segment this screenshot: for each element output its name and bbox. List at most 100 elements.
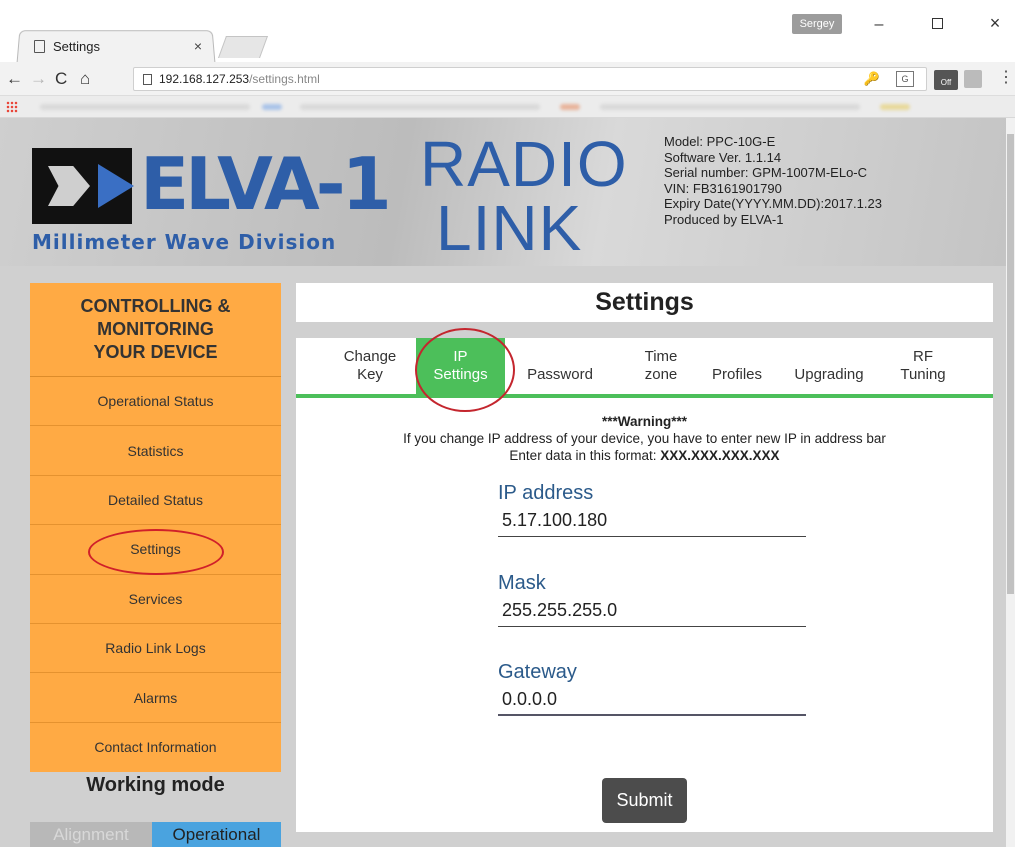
tab-label: Password xyxy=(527,366,593,383)
address-bar[interactable]: 192.168.127.253 /settings.html 🔑 G xyxy=(133,67,927,91)
tab-change-key[interactable]: Change Key xyxy=(324,338,416,394)
sidebar-heading: CONTROLLING & MONITORING YOUR DEVICE xyxy=(30,283,281,377)
mode-alignment-option[interactable]: Alignment xyxy=(30,822,152,847)
page-icon xyxy=(34,39,45,53)
profile-badge[interactable]: Sergey xyxy=(792,14,842,34)
mode-operational-option[interactable]: Operational xyxy=(152,822,281,847)
sidebar: CONTROLLING & MONITORING YOUR DEVICE Ope… xyxy=(30,283,281,847)
tab-label: Upgrading xyxy=(794,366,864,383)
tab-label: Profiles xyxy=(711,366,763,383)
gateway-label: Gateway xyxy=(498,661,577,683)
extension-pdf-icon[interactable] xyxy=(964,70,982,88)
sidebar-item-settings[interactable]: Settings xyxy=(30,525,281,576)
apps-icon[interactable] xyxy=(6,101,18,113)
tab-label: Change xyxy=(343,348,397,365)
reload-icon[interactable]: C xyxy=(55,69,67,89)
tab-label: IP xyxy=(453,348,468,365)
warning-title: ***Warning*** xyxy=(601,414,687,429)
mask-label: Mask xyxy=(498,572,546,594)
tab-label: Tuning xyxy=(900,366,946,383)
header-banner: ELVA-1 Millimeter Wave Division RADIO LI… xyxy=(0,118,1006,266)
tab-label: RF xyxy=(913,348,933,365)
device-info: Model: PPC-10G-E Software Ver. 1.1.14 Se… xyxy=(664,134,882,227)
working-mode-toggle[interactable]: Alignment Operational xyxy=(30,822,281,847)
bookmark-item[interactable] xyxy=(262,104,282,110)
submit-button[interactable]: Submit xyxy=(602,778,687,823)
page-scrollbar[interactable] xyxy=(1006,118,1015,847)
page-info-icon[interactable] xyxy=(143,73,152,85)
url-path: /settings.html xyxy=(249,72,320,86)
sidebar-heading-line: YOUR DEVICE xyxy=(93,342,218,362)
forward-icon[interactable]: → xyxy=(30,69,47,89)
translate-icon[interactable]: G xyxy=(896,71,914,87)
tab-upgrading[interactable]: Upgrading xyxy=(780,338,878,394)
device-producer: Produced by ELVA-1 xyxy=(664,211,784,227)
sidebar-heading-line: CONTROLLING & xyxy=(80,296,231,316)
page-title: Settings xyxy=(296,283,993,322)
logo-subtitle: Millimeter Wave Division xyxy=(32,230,337,254)
web-page: ELVA-1 Millimeter Wave Division RADIO LI… xyxy=(0,118,1006,847)
device-expiry-date: Expiry Date(YYYY.MM.DD):2017.1.23 xyxy=(664,196,882,211)
browser-toolbar: ← → C ⌂ 192.168.127.253 /settings.html 🔑… xyxy=(0,62,1015,96)
warning-text: If you change IP address of your device,… xyxy=(403,431,886,446)
ip-address-field: IP address xyxy=(498,481,806,537)
format-value: XXX.XXX.XXX.XXX xyxy=(660,448,780,463)
browser-tab-content[interactable]: Settings × xyxy=(22,32,212,60)
logo-word: ELVA-1 xyxy=(140,142,392,226)
device-vin: VIN: FB3161901790 xyxy=(664,180,782,196)
sidebar-heading-line: MONITORING xyxy=(97,319,214,339)
radio-title: RADIO xyxy=(420,128,628,200)
home-icon[interactable]: ⌂ xyxy=(80,69,90,89)
url-host: 192.168.127.253 xyxy=(159,72,250,86)
gateway-field: Gateway xyxy=(498,660,806,716)
sidebar-item-contact-information[interactable]: Contact Information xyxy=(30,723,281,772)
device-serial-number: Serial number: GPM-1007M-ELo-C xyxy=(664,165,868,180)
ip-address-input[interactable] xyxy=(498,505,806,537)
bookmark-item[interactable] xyxy=(40,104,250,110)
maximize-icon[interactable] xyxy=(922,16,952,34)
mask-field: Mask xyxy=(498,571,806,627)
bookmark-item[interactable] xyxy=(600,104,860,110)
ip-address-label: IP address xyxy=(498,482,594,504)
new-tab-button[interactable] xyxy=(217,36,269,58)
tab-label: zone xyxy=(644,366,678,383)
settings-panel: Change Key IP Settings Password Time zone P… xyxy=(296,328,993,832)
working-mode-panel: Working mode Alignment Operational xyxy=(30,772,281,847)
format-prefix: Enter data in this format: xyxy=(509,448,661,463)
scrollbar-thumb[interactable] xyxy=(1007,134,1014,594)
extension-off-icon[interactable]: Off xyxy=(934,70,958,90)
minimize-icon[interactable]: – xyxy=(864,16,894,34)
device-model: Model: PPC-10G-E xyxy=(664,134,776,149)
tab-label: Settings xyxy=(433,366,488,383)
bookmark-item[interactable] xyxy=(560,104,580,110)
sidebar-item-services[interactable]: Services xyxy=(30,575,281,624)
bookmark-item[interactable] xyxy=(300,104,540,110)
close-window-icon[interactable]: × xyxy=(980,13,1010,34)
gateway-input[interactable] xyxy=(498,684,806,716)
browser-titlebar: Settings × Sergey – × xyxy=(0,0,1015,63)
link-title: LINK xyxy=(436,192,583,264)
working-mode-title: Working mode xyxy=(86,774,225,796)
mask-input[interactable] xyxy=(498,595,806,627)
back-icon[interactable]: ← xyxy=(6,69,23,89)
tab-profiles[interactable]: Profiles xyxy=(688,338,786,394)
browser-menu-icon[interactable]: ⋮ xyxy=(998,67,1014,87)
device-software-version: Software Ver. 1.1.14 xyxy=(664,149,782,165)
tab-ip-settings[interactable]: IP Settings xyxy=(416,338,505,394)
sidebar-item-operational-status[interactable]: Operational Status xyxy=(30,377,281,427)
bookmark-item[interactable] xyxy=(880,104,910,110)
tab-label: Key xyxy=(357,366,383,383)
tab-close-icon[interactable]: × xyxy=(194,38,202,54)
tab-password[interactable]: Password xyxy=(505,338,615,394)
settings-tabs: Change Key IP Settings Password Time zone P… xyxy=(296,328,993,412)
sidebar-item-radio-link-logs[interactable]: Radio Link Logs xyxy=(30,624,281,674)
tab-label: Time xyxy=(644,348,678,365)
warning-block: ***Warning*** If you change IP address o… xyxy=(296,413,993,464)
key-icon[interactable]: 🔑 xyxy=(864,71,880,87)
sidebar-item-detailed-status[interactable]: Detailed Status xyxy=(30,476,281,526)
sidebar-item-alarms[interactable]: Alarms xyxy=(30,673,281,723)
sidebar-item-statistics[interactable]: Statistics xyxy=(30,426,281,476)
bookmarks-bar xyxy=(0,96,1015,118)
tab-title: Settings xyxy=(53,38,100,54)
tab-rf-tuning[interactable]: RF Tuning xyxy=(878,338,968,394)
